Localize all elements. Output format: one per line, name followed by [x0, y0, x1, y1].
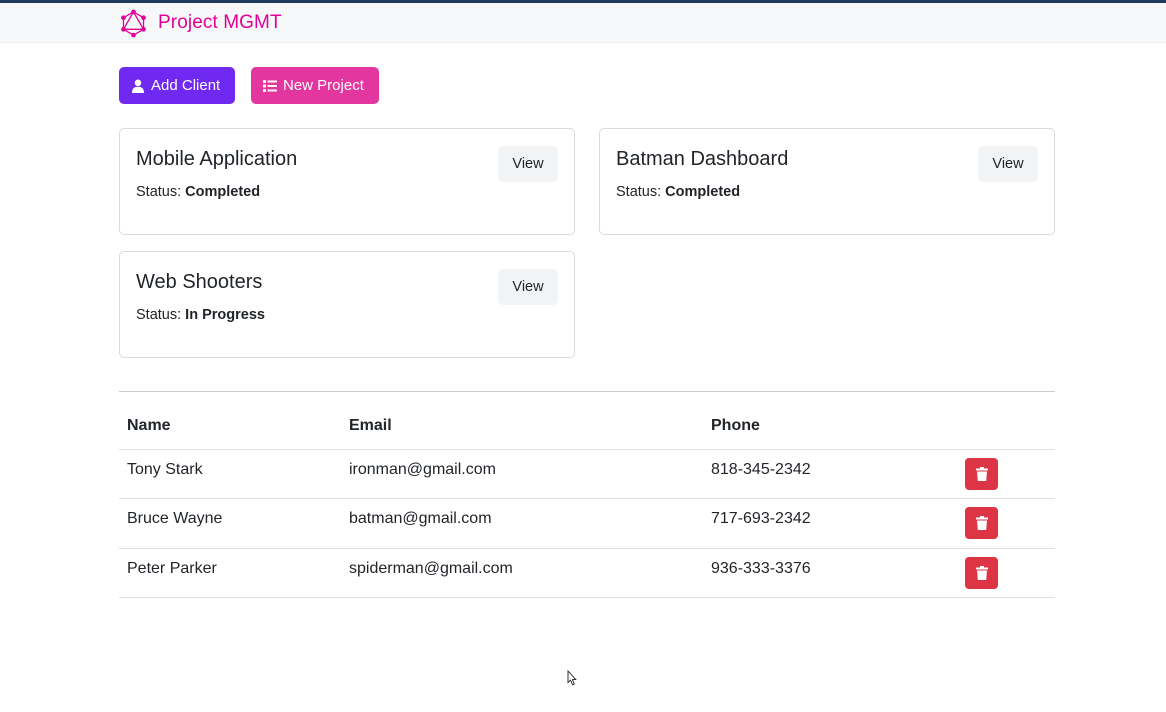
client-phone-cell: 936-333-3376	[703, 548, 957, 598]
status-value: Completed	[665, 184, 741, 200]
delete-client-button[interactable]	[965, 556, 998, 589]
client-email: ironman@gmail.com	[349, 460, 496, 478]
brand-link[interactable]: Project MGMT	[119, 8, 282, 38]
trash-icon	[975, 565, 988, 580]
project-status: Status: Completed	[616, 184, 740, 200]
list-icon	[263, 79, 283, 93]
table-header-row: Name Email Phone	[119, 404, 1055, 450]
table-row: Bruce Wayne batman@gmail.com 717-693-234…	[119, 498, 1055, 549]
column-header-actions	[957, 404, 1055, 450]
brand-name: Project MGMT	[158, 12, 282, 33]
mouse-pointer-icon	[567, 669, 577, 686]
project-status: Status: In Progress	[136, 307, 265, 323]
add-client-label: Add Client	[151, 77, 221, 94]
table-row: Tony Stark ironman@gmail.com 818-345-234…	[119, 449, 1055, 499]
client-name-cell: Peter Parker	[119, 548, 341, 598]
client-email: batman@gmail.com	[349, 510, 492, 528]
client-email-cell: ironman@gmail.com	[341, 449, 703, 499]
project-status: Status: Completed	[136, 184, 260, 200]
section-divider	[119, 391, 1055, 392]
client-phone-cell: 717-693-2342	[703, 498, 957, 549]
column-header-name: Name	[119, 404, 341, 450]
new-project-label: New Project	[283, 77, 364, 94]
view-project-button[interactable]: View	[978, 146, 1038, 182]
project-card: Mobile Application Status: Completed Vie…	[119, 128, 575, 235]
column-header-phone: Phone	[703, 404, 957, 450]
navbar: Project MGMT	[0, 3, 1166, 43]
user-icon	[131, 79, 151, 93]
project-card: Batman Dashboard Status: Completed View	[599, 128, 1055, 235]
column-header-email: Email	[341, 404, 703, 450]
client-name-cell: Bruce Wayne	[119, 498, 341, 549]
client-phone-cell: 818-345-2342	[703, 449, 957, 499]
clients-table: Name Email Phone Tony Stark ironman@gmai…	[119, 404, 1055, 598]
status-label: Status:	[616, 184, 662, 200]
status-value: In Progress	[185, 307, 265, 323]
delete-client-button[interactable]	[965, 457, 998, 490]
project-title: Mobile Application	[136, 148, 298, 170]
client-email-cell: batman@gmail.com	[341, 498, 703, 549]
client-phone: 936-333-3376	[711, 559, 811, 577]
client-phone: 717-693-2342	[711, 510, 811, 528]
view-project-button[interactable]: View	[498, 146, 558, 182]
view-project-button[interactable]: View	[498, 269, 558, 305]
client-actions-cell	[957, 548, 1055, 598]
status-value: Completed	[185, 184, 261, 200]
graphql-logo-icon	[119, 9, 148, 38]
client-actions-cell	[957, 449, 1055, 499]
trash-icon	[975, 516, 988, 531]
client-name-cell: Tony Stark	[119, 449, 341, 499]
add-client-button[interactable]: Add Client	[119, 67, 235, 104]
delete-client-button[interactable]	[965, 507, 998, 540]
project-card: Web Shooters Status: In Progress View	[119, 251, 575, 358]
client-name: Tony Stark	[127, 460, 203, 478]
trash-icon	[975, 466, 988, 481]
client-email: spiderman@gmail.com	[349, 559, 513, 577]
status-label: Status:	[136, 307, 182, 323]
new-project-button[interactable]: New Project	[251, 67, 379, 104]
client-name: Bruce Wayne	[127, 510, 223, 528]
client-actions-cell	[957, 498, 1055, 549]
client-name: Peter Parker	[127, 559, 217, 577]
status-label: Status:	[136, 184, 182, 200]
project-title: Web Shooters	[136, 271, 263, 293]
client-phone: 818-345-2342	[711, 460, 811, 478]
project-title: Batman Dashboard	[616, 148, 789, 170]
table-row: Peter Parker spiderman@gmail.com 936-333…	[119, 548, 1055, 598]
client-email-cell: spiderman@gmail.com	[341, 548, 703, 598]
